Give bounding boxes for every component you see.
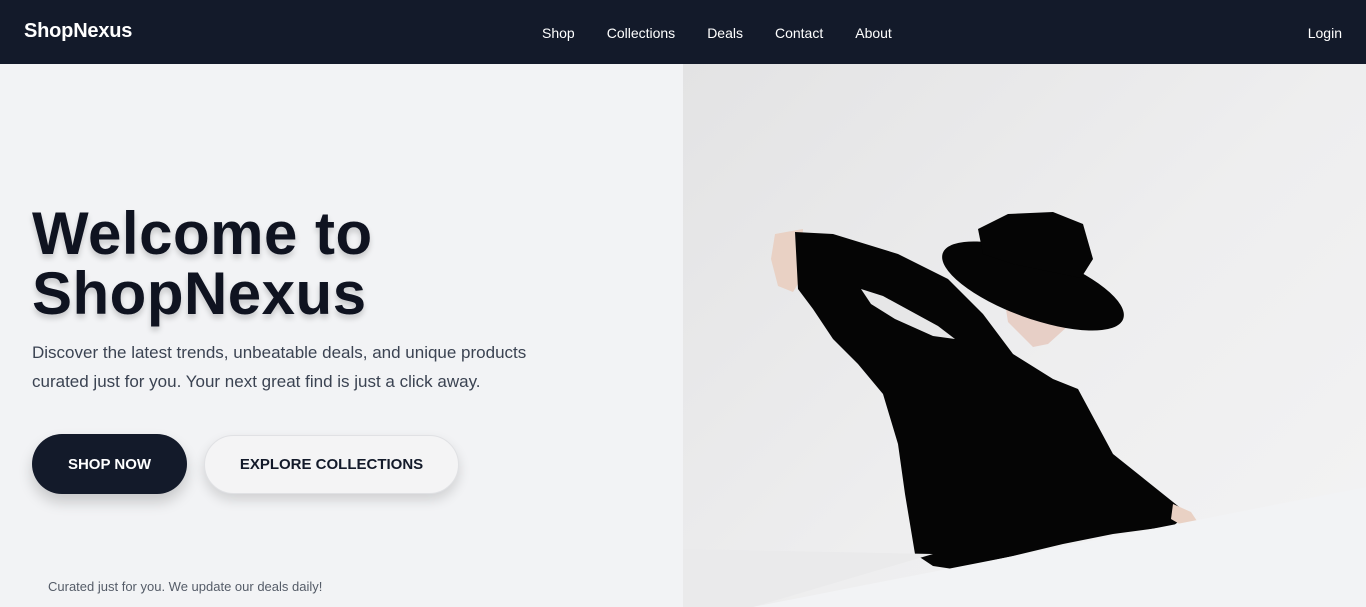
hero-description-line-1: Discover the latest trends, unbeatable d… [32,343,527,362]
hero-title-line-1: Welcome to [32,200,373,267]
hero-image [683,64,1366,607]
hero-tagline: Curated just for you. We update our deal… [48,579,323,594]
nav-link-about[interactable]: About [855,25,892,41]
nav-link-collections[interactable]: Collections [607,25,675,41]
nav-link-contact[interactable]: Contact [775,25,823,41]
hero-description: Discover the latest trends, unbeatable d… [32,338,572,396]
brand-logo[interactable]: ShopNexus [24,20,132,43]
main-nav: Shop Collections Deals Contact About [542,25,892,41]
nav-link-deals[interactable]: Deals [707,25,743,41]
hero-section: Welcome to ShopNexus Discover the latest… [0,64,683,607]
shop-now-button[interactable]: SHOP NOW [32,434,187,494]
hero-description-line-2: curated just for you. Your next great fi… [32,372,481,391]
hero-title: Welcome to ShopNexus [32,204,632,324]
login-link[interactable]: Login [1308,25,1342,41]
top-navbar: ShopNexus Shop Collections Deals Contact… [0,0,1366,64]
hero-title-line-2: ShopNexus [32,260,367,327]
nav-link-shop[interactable]: Shop [542,25,575,41]
explore-collections-button[interactable]: EXPLORE COLLECTIONS [204,435,459,494]
fashion-model-illustration [683,212,1366,607]
